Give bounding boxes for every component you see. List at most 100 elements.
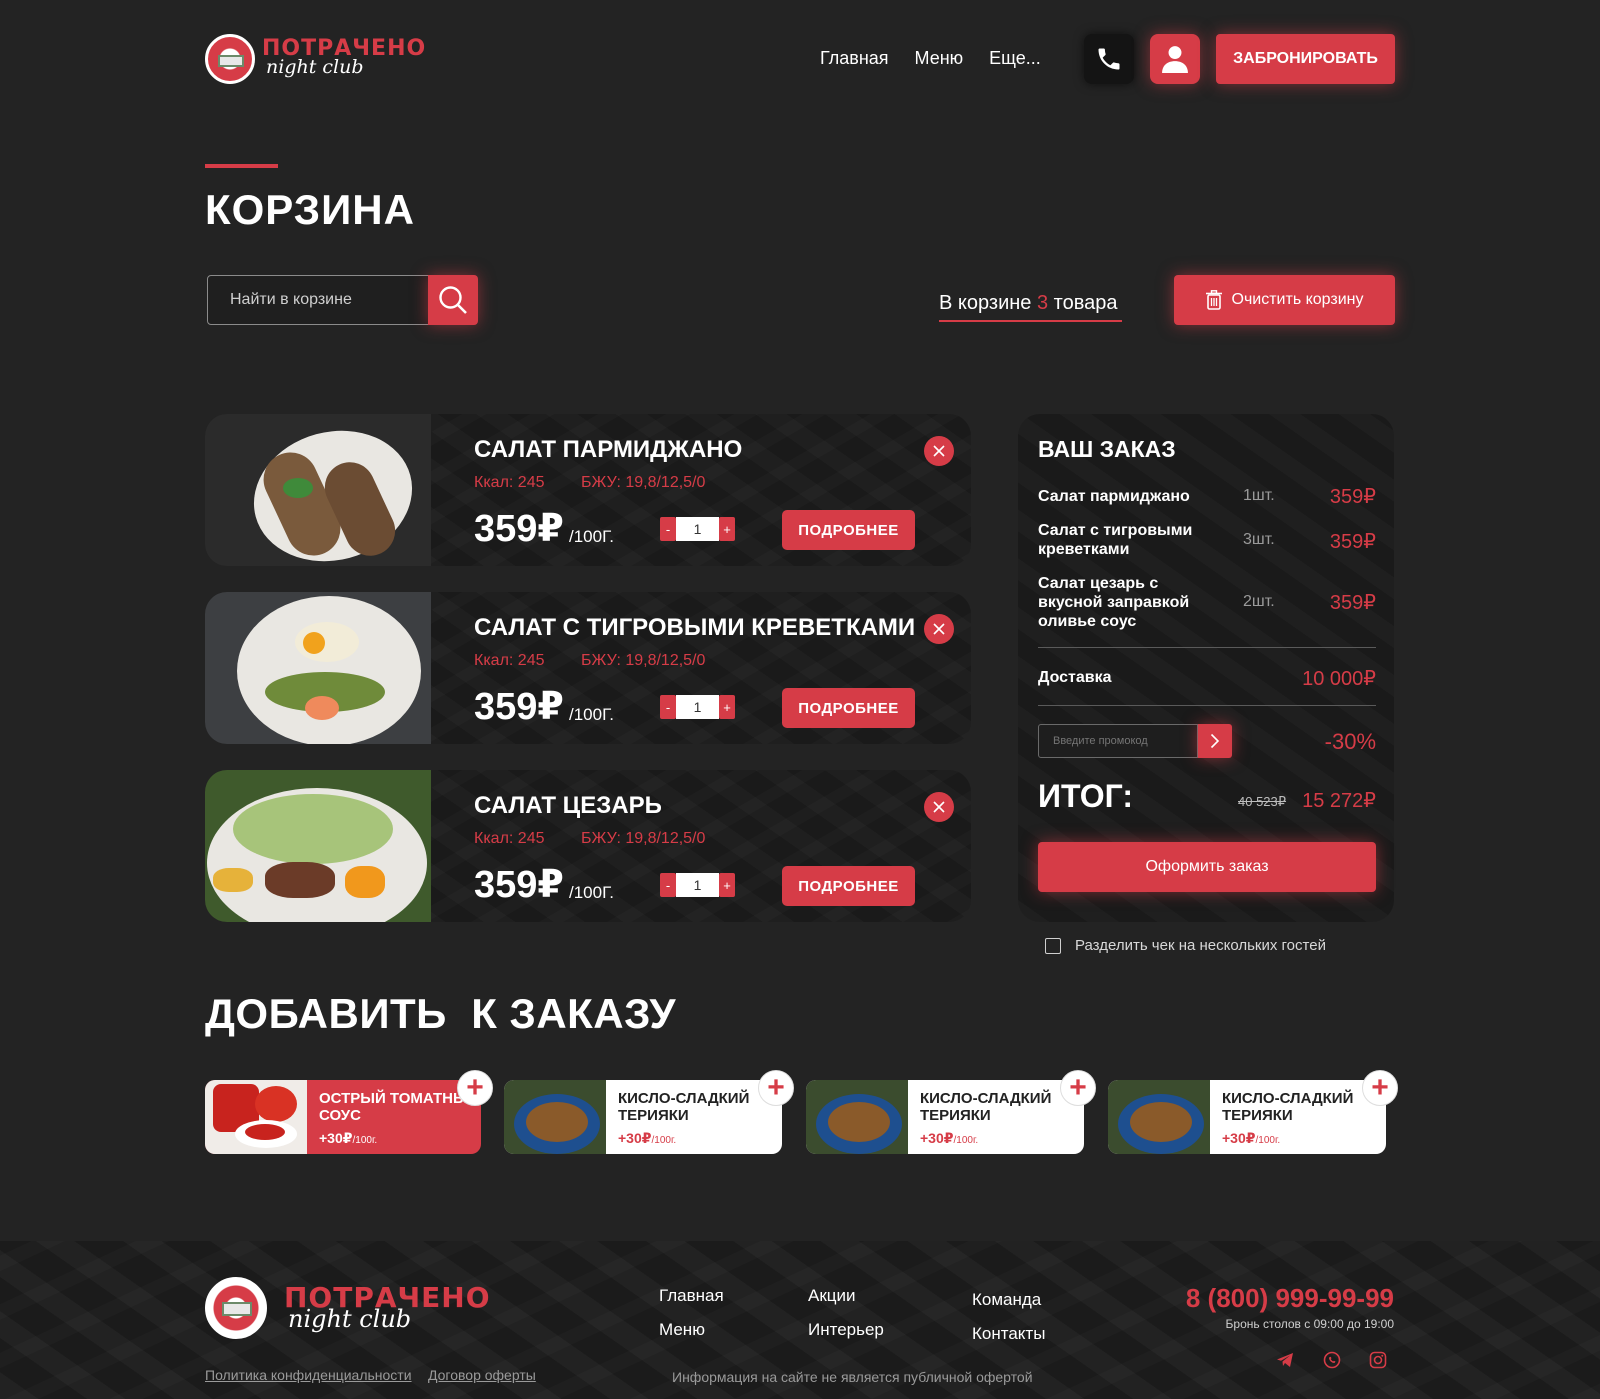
plus-icon: + xyxy=(767,1071,785,1104)
add-addon-button[interactable]: + xyxy=(758,1070,794,1106)
search-button[interactable] xyxy=(428,275,478,325)
product-name[interactable]: САЛАТ С ТИГРОВЫМИ КРЕВЕТКАМИ xyxy=(474,614,915,642)
split-check: Разделить чек на нескольких гостей xyxy=(1045,937,1326,954)
plus-icon: + xyxy=(466,1071,484,1104)
phone-button[interactable] xyxy=(1084,34,1134,84)
promo-code-input[interactable] xyxy=(1038,724,1198,758)
add-addon-button[interactable]: + xyxy=(1060,1070,1096,1106)
product-image xyxy=(205,592,431,744)
product-name[interactable]: САЛАТ ПАРМИДЖАНО xyxy=(474,436,742,464)
remove-item-button[interactable] xyxy=(924,436,954,466)
addon-name: КИСЛО-СЛАДКИЙ ТЕРИЯКИ xyxy=(920,1090,1052,1124)
quantity-increase-button[interactable]: + xyxy=(719,873,735,897)
add-to-order-title: ДОБАВИТЬ К ЗАКАЗУ xyxy=(205,990,676,1037)
addon-card[interactable]: КИСЛО-СЛАДКИЙ ТЕРИЯКИ +30₽/100г. + xyxy=(1108,1070,1398,1154)
addon-price: +30₽/100г. xyxy=(920,1130,978,1147)
clear-cart-button[interactable]: Очистить корзину xyxy=(1174,275,1395,325)
footer-link-promotions[interactable]: Акции xyxy=(808,1286,856,1306)
footer-link-interior[interactable]: Интерьер xyxy=(808,1320,884,1340)
offer-agreement-link[interactable]: Договор оферты xyxy=(428,1367,536,1383)
cart-count: В корзине 3 товара xyxy=(939,292,1117,315)
nav-link-menu[interactable]: Меню xyxy=(915,48,964,69)
details-button[interactable]: ПОДРОБНЕЕ xyxy=(782,510,915,550)
footer-logo-subtitle: night club xyxy=(288,1305,412,1333)
footer-logo-icon[interactable] xyxy=(205,1277,267,1339)
order-item-name: Салат цезарь с вкусной заправкой оливье … xyxy=(1038,575,1190,630)
phone-icon xyxy=(1098,48,1120,70)
addon-card[interactable]: КИСЛО-СЛАДКИЙ ТЕРИЯКИ +30₽/100г. + xyxy=(504,1070,794,1154)
addon-price-unit: /100г. xyxy=(352,1135,378,1146)
split-check-checkbox[interactable] xyxy=(1045,937,1061,954)
instagram-icon[interactable] xyxy=(1367,1349,1389,1371)
quantity-value[interactable]: 1 xyxy=(676,873,719,897)
cart-search-input[interactable] xyxy=(207,275,429,325)
addon-name: КИСЛО-СЛАДКИЙ ТЕРИЯКИ xyxy=(618,1090,750,1124)
nav-link-home[interactable]: Главная xyxy=(820,48,889,69)
privacy-policy-link[interactable]: Политика конфиденциальности xyxy=(205,1367,412,1383)
footer-link-home[interactable]: Главная xyxy=(659,1286,724,1306)
divider xyxy=(1038,647,1376,648)
addon-card[interactable]: КИСЛО-СЛАДКИЙ ТЕРИЯКИ +30₽/100г. + xyxy=(806,1070,1096,1154)
product-price: 359₽ xyxy=(474,508,564,550)
footer-link-team[interactable]: Команда xyxy=(972,1290,1041,1310)
add-addon-button[interactable]: + xyxy=(1362,1070,1398,1106)
order-item-qty: 3шт. xyxy=(1243,531,1275,548)
addon-image xyxy=(1108,1080,1210,1154)
quantity-increase-button[interactable]: + xyxy=(719,695,735,719)
main-nav: Главная Меню Еще... xyxy=(820,48,1041,69)
plus-icon: + xyxy=(1069,1071,1087,1104)
product-price: 359₽ xyxy=(474,864,564,906)
addon-price: +30₽/100г. xyxy=(618,1130,676,1147)
logo-icon[interactable] xyxy=(205,34,255,84)
footer-phone[interactable]: 8 (800) 999-99-99 xyxy=(1186,1283,1394,1314)
order-item-price: 359₽ xyxy=(1329,592,1376,614)
whatsapp-icon[interactable] xyxy=(1321,1349,1343,1371)
addon-price-value: +30₽ xyxy=(1222,1130,1256,1146)
remove-item-button[interactable] xyxy=(924,792,954,822)
product-name[interactable]: САЛАТ ЦЕЗАРЬ xyxy=(474,792,662,820)
nav-link-more[interactable]: Еще... xyxy=(989,48,1041,69)
order-item-qty: 2шт. xyxy=(1243,593,1275,610)
quantity-stepper: - 1 + xyxy=(660,695,735,719)
addon-price: +30₽/100г. xyxy=(319,1130,377,1147)
product-kcal: Ккал: 245 xyxy=(474,474,545,491)
product-bju: БЖУ: 19,8/12,5/0 xyxy=(581,474,706,491)
addon-price-value: +30₽ xyxy=(618,1130,652,1146)
product-kcal: Ккал: 245 xyxy=(474,652,545,669)
order-summary: ВАШ ЗАКАЗ Салат пармиджано 1шт. 359₽ Сал… xyxy=(1018,414,1394,922)
trash-icon xyxy=(1205,290,1222,310)
quantity-increase-button[interactable]: + xyxy=(719,517,735,541)
quantity-value[interactable]: 1 xyxy=(676,517,719,541)
telegram-icon[interactable] xyxy=(1274,1349,1296,1371)
remove-item-button[interactable] xyxy=(924,614,954,644)
cart-count-suffix: товара xyxy=(1053,292,1118,314)
order-item-name: Салат с тигровыми креветками xyxy=(1038,522,1193,558)
add-addon-button[interactable]: + xyxy=(457,1070,493,1106)
quantity-decrease-button[interactable]: - xyxy=(660,517,676,541)
addon-price: +30₽/100г. xyxy=(1222,1130,1280,1147)
product-bju: БЖУ: 19,8/12,5/0 xyxy=(581,652,706,669)
search-icon xyxy=(439,286,467,314)
delivery-price: 10 000₽ xyxy=(1302,668,1376,690)
footer-link-menu[interactable]: Меню xyxy=(659,1320,705,1340)
split-check-label: Разделить чек на нескольких гостей xyxy=(1075,937,1326,954)
footer-link-contacts[interactable]: Контакты xyxy=(972,1324,1045,1344)
quantity-decrease-button[interactable]: - xyxy=(660,873,676,897)
close-icon xyxy=(933,801,945,813)
product-price: 359₽ xyxy=(474,686,564,728)
cart-count-number: 3 xyxy=(1036,292,1049,314)
cart-item: САЛАТ ЦЕЗАРЬ Ккал: 245 БЖУ: 19,8/12,5/0 … xyxy=(205,770,971,922)
divider xyxy=(1038,705,1376,706)
apply-promo-button[interactable] xyxy=(1198,724,1232,758)
quantity-value[interactable]: 1 xyxy=(676,695,719,719)
addon-card[interactable]: ОСТРЫЙ ТОМАТНЫЙ СОУС +30₽/100г. + xyxy=(205,1070,493,1154)
account-button[interactable] xyxy=(1150,34,1200,84)
checkout-button[interactable]: Оформить заказ xyxy=(1038,842,1376,892)
addon-price-value: +30₽ xyxy=(920,1130,954,1146)
quantity-decrease-button[interactable]: - xyxy=(660,695,676,719)
details-button[interactable]: ПОДРОБНЕЕ xyxy=(782,866,915,906)
details-button[interactable]: ПОДРОБНЕЕ xyxy=(782,688,915,728)
book-table-button[interactable]: ЗАБРОНИРОВАТЬ xyxy=(1216,34,1395,84)
discount-value: -30% xyxy=(1324,729,1376,754)
user-icon xyxy=(1162,46,1188,73)
